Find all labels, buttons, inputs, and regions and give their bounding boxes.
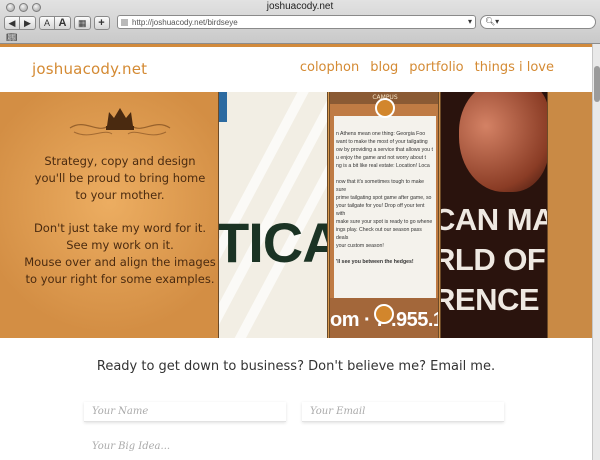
address-dropdown-icon[interactable]: ▾ [468, 17, 472, 26]
hero-line: Strategy, copy and design [44, 154, 196, 168]
bookmark-button[interactable]: ▦ [74, 16, 91, 30]
search-field[interactable]: 🔍︎▾ [480, 15, 596, 29]
forward-button[interactable]: ▶ [20, 16, 36, 30]
portfolio-slice-2[interactable]: CAMPUS n Athens mean one thing: Georgia … [329, 92, 439, 338]
hero-line: to your mother. [75, 188, 165, 202]
back-button[interactable]: ◀ [4, 16, 20, 30]
scrollbar-thumb[interactable] [594, 66, 600, 102]
hero-line: Mouse over and align the images [24, 255, 216, 269]
bookmarks-bar-icon[interactable]: 📖︎ [6, 33, 17, 43]
portfolio-slice-4[interactable] [548, 92, 592, 338]
bookmark-icon: ▦ [78, 17, 87, 28]
portfolio-slice-1[interactable]: TICA [218, 92, 328, 338]
big-idea-textarea[interactable]: Your Big Idea... [84, 437, 504, 460]
site-header: joshuacody.net colophon blog portfolio t… [0, 47, 592, 92]
name-input[interactable]: Your Name [84, 402, 286, 422]
hero-line: See my work on it. [66, 238, 174, 252]
email-input[interactable]: Your Email [302, 402, 504, 422]
contact-title: Ready to get down to business? Don't bel… [96, 359, 496, 374]
add-bookmark-button[interactable]: + [93, 16, 110, 30]
browser-chrome: joshuacody.net ◀ ▶ A A ▦ + http://joshua… [0, 0, 600, 44]
slice-2-badge-icon [374, 304, 394, 324]
main-nav: colophon blog portfolio things i love [300, 60, 554, 75]
search-icon: 🔍︎▾ [485, 17, 500, 26]
nav-blog[interactable]: blog [370, 60, 398, 75]
text-size-buttons: A A [39, 16, 71, 30]
history-buttons: ◀ ▶ [4, 16, 36, 30]
forward-arrow-icon: ▶ [24, 17, 31, 28]
window-title: joshuacody.net [266, 1, 334, 12]
nav-colophon[interactable]: colophon [300, 60, 359, 75]
slice-2-artwork-text: n Athens mean one thing: Georgia Foo wan… [336, 131, 433, 265]
hero-line: you'll be proud to bring home [34, 171, 206, 185]
favicon-icon [121, 19, 128, 26]
address-bar[interactable]: http://joshuacody.net/birdseye ▾ [117, 15, 476, 29]
crown-ornament-icon [69, 108, 171, 136]
text-smaller-button[interactable]: A [39, 16, 55, 30]
back-arrow-icon: ◀ [8, 17, 16, 28]
slice-1-artwork-text: TICA [218, 211, 327, 274]
site-logo[interactable]: joshuacody.net [32, 60, 147, 78]
hero-section: Strategy, copy and design you'll be prou… [0, 92, 592, 338]
portfolio-slice-3[interactable]: CAN MAKERLD OFRENCE [440, 92, 548, 338]
slice-2-badge-icon [375, 98, 395, 118]
page-scrollbar[interactable] [592, 44, 600, 460]
slice-3-photo [459, 92, 547, 192]
hero-line: Don't just take my word for it. [33, 221, 207, 235]
hero-text: Strategy, copy and design you'll be prou… [14, 153, 226, 288]
browser-toolbar: ◀ ▶ A A ▦ + [4, 14, 110, 32]
hero-copy: Strategy, copy and design you'll be prou… [0, 92, 218, 338]
nav-things-i-love[interactable]: things i love [475, 60, 554, 75]
text-bigger-button[interactable]: A [55, 16, 71, 30]
hero-line: to your right for some examples. [25, 272, 215, 286]
nav-portfolio[interactable]: portfolio [409, 60, 463, 75]
slice-3-artwork-text: CAN MAKERLD OFRENCE [440, 202, 547, 317]
address-url: http://joshuacody.net/birdseye [132, 18, 238, 27]
